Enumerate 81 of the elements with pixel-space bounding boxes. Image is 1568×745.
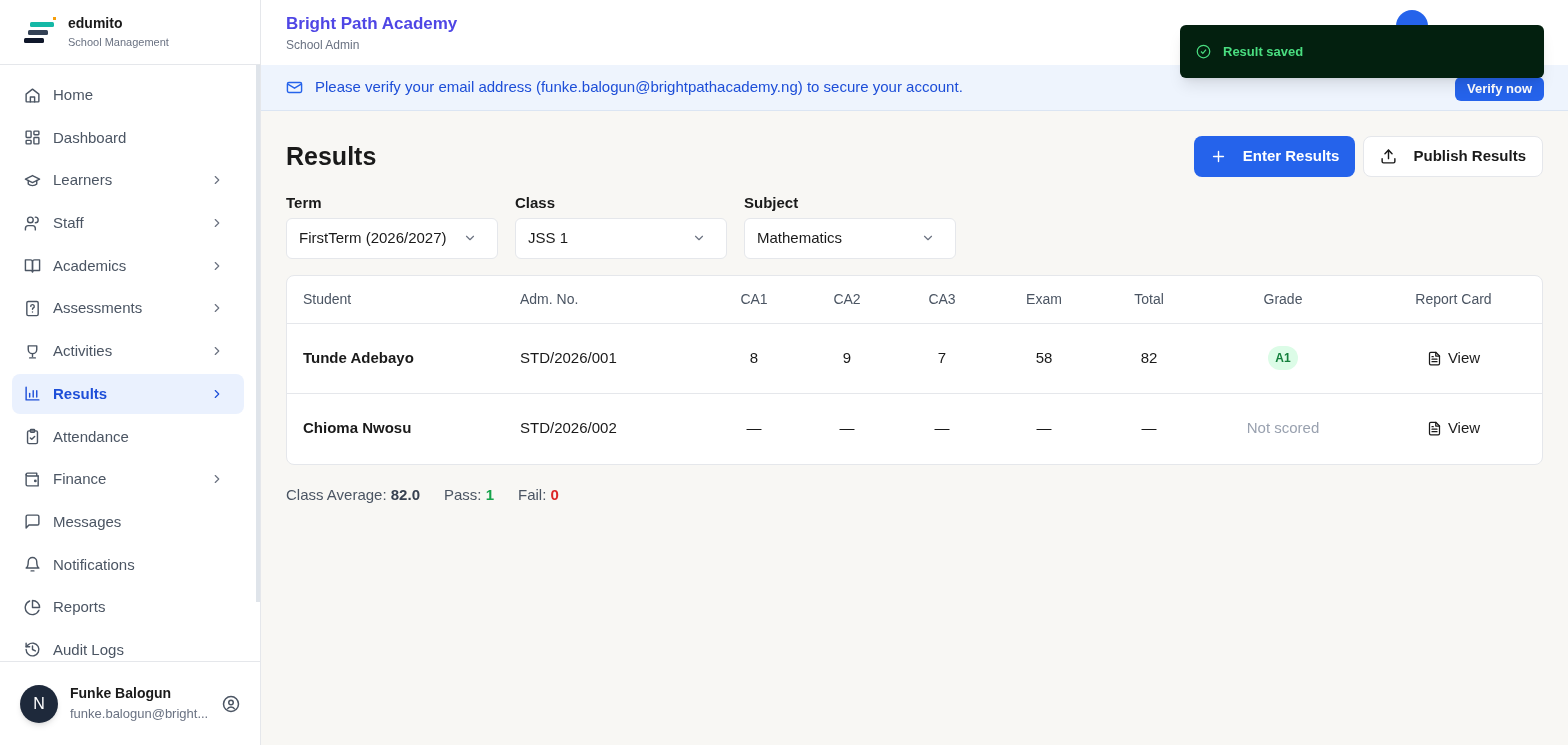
filter-label: Class [515,193,557,213]
sidebar-item[interactable]: Audit Logs [12,629,244,661]
grade-badge: A1 [1268,346,1298,370]
document-icon[interactable] [1426,350,1442,366]
mail-icon [286,79,303,96]
upload-icon [1380,148,1398,165]
table-cell-text: — [746,418,762,439]
table-cell-text: 9 [842,347,852,368]
toast-message: Result saved [1223,42,1304,61]
view-link[interactable]: View [1426,346,1481,370]
clipboard-check-icon [24,428,41,445]
sidebar-item[interactable]: Finance [12,459,244,500]
table-cell-text: — [1141,418,1157,439]
publish-results-button[interactable]: Publish Results [1363,136,1543,177]
check-circle-icon [1196,44,1211,59]
table-cell-text: Tunde Adebayo [302,347,415,368]
sidebar-item[interactable]: Home [12,75,244,115]
table-cell-text: 58 [1035,347,1053,368]
home-icon [24,86,41,104]
chat-icon [24,513,41,531]
history-icon [24,641,41,659]
sidebar-item[interactable]: Results [12,373,244,414]
summary-stat: Fail: 0 [518,484,559,505]
column-header: Student [302,289,353,309]
bell-icon [24,556,41,574]
question-file-icon [24,299,41,317]
summary-stat: Class Average: 82.0 [286,484,420,505]
filter-label: Subject [744,193,800,213]
user-email: funke.balogun@bright... [70,705,210,724]
table-cell-text: 8 [749,347,759,368]
sidebar-item[interactable]: Notifications [12,544,244,585]
book-icon [24,257,41,275]
sidebar-item[interactable]: Learners [12,160,244,201]
sidebar-item[interactable]: Attendance [12,416,244,457]
column-header: CA3 [927,289,957,309]
table-cell-text: Not scored [1246,418,1320,439]
select-field[interactable]: JSS 1 [515,217,727,259]
table-cell-text: — [839,418,855,439]
enter-results-button[interactable]: Enter Results [1193,136,1356,177]
table-cell-text: Chioma Nwosu [302,418,413,439]
table-cell-text: STD/2026/002 [519,418,618,439]
sidebar-item[interactable]: Reports [12,587,244,628]
sidebar-item[interactable]: Dashboard [12,117,244,158]
brand-name: edumito [68,14,124,34]
pie-chart-icon [24,598,41,616]
column-header: CA1 [739,289,769,309]
table-cell-text: — [934,418,950,439]
verify-message: Please verify your email address (funke.balogun@brightpathacademy.ng) to secure your account. [315,77,964,98]
document-icon[interactable] [1426,421,1442,436]
column-header: Total [1133,289,1165,309]
table-cell-text: — [1036,418,1052,439]
brand-tagline: School Management [68,35,169,51]
sidebar-item[interactable]: Activities [12,331,244,372]
column-header: Adm. No. [519,289,580,309]
school-name: Bright Path Academy [286,12,458,35]
view-link[interactable]: View [1426,417,1481,440]
bar-chart-icon [24,385,41,403]
user-icon[interactable] [222,694,240,713]
table-cell-text: STD/2026/001 [519,347,618,368]
filter-label: Term [286,193,323,213]
sidebar-item[interactable]: Assessments [12,288,244,329]
sidebar-item[interactable]: Academics [12,245,244,286]
verify-button[interactable]: Verify now [1454,76,1544,101]
summary-stat: Pass: 1 [444,484,494,505]
sidebar-item[interactable]: Messages [12,501,244,542]
table-cell-text: 7 [937,347,947,368]
wallet-icon [24,470,41,488]
column-header: Exam [1025,289,1063,309]
user-role: School Admin [286,37,361,55]
sidebar-item[interactable]: Staff [12,203,244,244]
user-name: Funke Balogun [70,684,173,704]
column-header: Report Card [1414,289,1493,309]
column-header: Grade [1262,289,1304,309]
grid-icon [24,129,41,147]
column-header: CA2 [832,289,862,309]
user-avatar: N [20,684,58,723]
users-icon [24,214,41,232]
select-field[interactable]: FirstTerm (2026/2027) [286,217,498,259]
page-title: Results [286,140,377,172]
select-field[interactable]: Mathematics [744,217,956,259]
table-cell-text: 82 [1140,347,1158,368]
